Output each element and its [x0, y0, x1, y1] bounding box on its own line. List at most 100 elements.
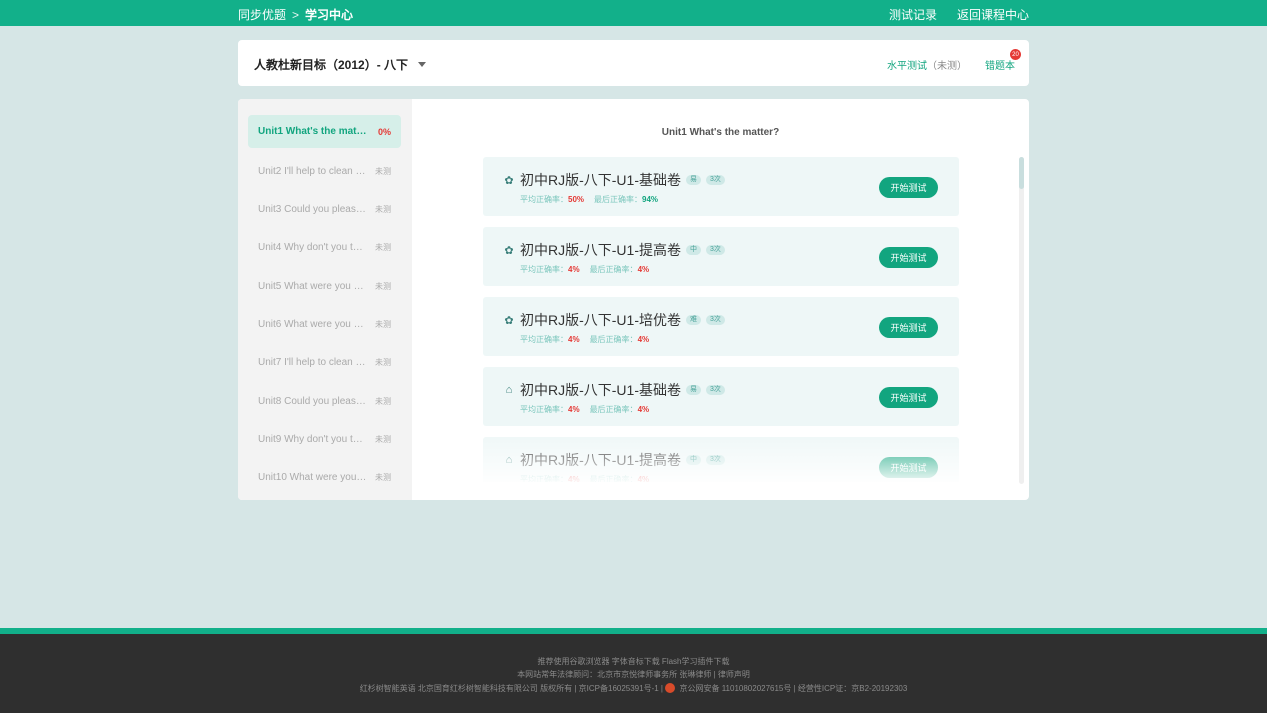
level-test-label: 水平测试 [887, 61, 927, 72]
footer-registration-text: 京公网安备 11010802027615号 | 经营性ICP证：京B2-2019… [679, 684, 908, 693]
unit-title: Unit1 What's the matter? [661, 127, 780, 138]
unit-status: 未测 [375, 397, 391, 406]
test-card: ⌂ 初中RJ版-八下-U1-基础卷 易 3次 平均正确率：4% 最后正确率：4%… [483, 367, 959, 426]
chevron-down-icon [418, 62, 427, 67]
mistake-book-link[interactable]: 错题本 20 [985, 49, 1021, 72]
unit-label: Unit6 What were you doing? [258, 319, 368, 330]
attempts-tag: 3次 [706, 385, 725, 395]
footer: 推荐使用谷歌浏览器 字体音标下载 Flash学习插件下载 本网站常年法律顾问：北… [0, 634, 1267, 713]
avg-value: 4% [568, 405, 580, 414]
unit-label: Unit1 What's the matter? [258, 126, 368, 137]
test-list: ✿ 初中RJ版-八下-U1-基础卷 易 3次 平均正确率：50% 最后正确率：9… [483, 157, 959, 482]
unit-status: 未测 [375, 435, 391, 444]
test-card: ✿ 初中RJ版-八下-U1-提高卷 中 3次 平均正确率：4% 最后正确率：4%… [483, 227, 959, 286]
last-value: 4% [637, 475, 650, 482]
unit-sidebar: Unit1 What's the matter? 0% Unit2 I'll h… [238, 99, 412, 500]
avg-accuracy: 平均正确率：4% [520, 264, 580, 275]
start-test-button[interactable]: 开始测试 [879, 177, 938, 198]
unit-label: Unit7 I'll help to clean up the city par… [258, 357, 368, 368]
test-title: 初中RJ版-八下-U1-提高卷 [520, 452, 681, 468]
last-label: 最后正确率： [594, 195, 643, 204]
breadcrumb: 同步优题 > 学习中心 [238, 6, 353, 23]
police-badge-icon [665, 683, 676, 693]
attempts-tag: 3次 [706, 175, 725, 185]
bank-icon: ⌂ [505, 454, 513, 466]
avg-value: 50% [568, 195, 585, 204]
attempts-tag: 3次 [706, 455, 725, 465]
sidebar-item-unit2[interactable]: Unit2 I'll help to clean up the city par… [248, 155, 401, 188]
avg-value: 4% [568, 335, 580, 344]
start-test-button[interactable]: 开始测试 [879, 457, 938, 478]
unit-label: Unit8 Could you please clean your room? [258, 396, 368, 407]
avg-label: 平均正确率： [520, 405, 568, 414]
main-panel: Unit1 What's the matter? 0% Unit2 I'll h… [238, 99, 1029, 500]
last-label: 最后正确率： [589, 405, 638, 414]
last-value: 4% [637, 335, 650, 344]
level-test-link[interactable]: 水平测试（未测） [887, 57, 967, 72]
test-card: ✿ 初中RJ版-八下-U1-基础卷 易 3次 平均正确率：50% 最后正确率：9… [483, 157, 959, 216]
start-test-button[interactable]: 开始测试 [879, 247, 938, 268]
scrollbar[interactable] [1019, 157, 1024, 484]
footer-copyright-text: 红杉树智能英语 北京国育红杉树智能科技有限公司 版权所有 | 京ICP备1602… [359, 684, 663, 693]
difficulty-tag: 易 [686, 175, 701, 185]
unit-status: 未测 [375, 205, 391, 214]
avg-accuracy: 平均正确率：50% [520, 194, 584, 205]
back-to-courses-link[interactable]: 返回课程中心 [957, 6, 1029, 23]
unit-label: Unit2 I'll help to clean up the city par… [258, 166, 368, 177]
last-accuracy: 最后正确率：4% [590, 474, 650, 482]
unit-status: 未测 [375, 358, 391, 367]
gear-icon: ✿ [504, 244, 514, 257]
sidebar-item-unit3[interactable]: Unit3 Could you please clean your room? … [248, 193, 401, 226]
unit-label: Unit5 What were you doing when the rains… [258, 281, 368, 292]
mistake-count-badge: 20 [1010, 49, 1021, 60]
textbook-selector[interactable]: 人教杜新目标（2012）- 八下 [254, 56, 427, 73]
scrollbar-thumb[interactable] [1019, 157, 1024, 189]
unit-status: 未测 [375, 282, 391, 291]
top-nav-bar: 同步优题 > 学习中心 测试记录 返回课程中心 [0, 0, 1267, 26]
test-title: 初中RJ版-八下-U1-培优卷 [520, 312, 681, 328]
unit-status: 0% [377, 126, 391, 137]
difficulty-tag: 难 [686, 315, 701, 325]
textbook-name: 人教杜新目标（2012）- 八下 [254, 58, 409, 72]
sidebar-item-unit5[interactable]: Unit5 What were you doing when the rains… [248, 270, 401, 303]
textbook-header: 人教杜新目标（2012）- 八下 水平测试（未测） 错题本 20 [238, 40, 1029, 86]
sidebar-item-unit10[interactable]: Unit10 What were you doing? 未测 [248, 461, 401, 494]
test-records-link[interactable]: 测试记录 [889, 6, 937, 23]
unit-status: 未测 [375, 473, 391, 482]
test-card: ⌂ 初中RJ版-八下-U1-提高卷 中 3次 平均正确率：4% 最后正确率：4%… [483, 437, 959, 482]
difficulty-tag: 中 [686, 455, 701, 465]
last-accuracy: 最后正确率：94% [594, 194, 658, 205]
last-value: 4% [637, 265, 650, 274]
start-test-button[interactable]: 开始测试 [879, 317, 938, 338]
avg-value: 4% [568, 265, 580, 274]
footer-links[interactable]: 推荐使用谷歌浏览器 字体音标下载 Flash学习插件下载 [0, 656, 1267, 667]
last-accuracy: 最后正确率：4% [590, 404, 650, 415]
breadcrumb-current: 学习中心 [305, 8, 354, 22]
avg-accuracy: 平均正确率：4% [520, 474, 580, 482]
last-accuracy: 最后正确率：4% [590, 264, 650, 275]
sidebar-item-unit4[interactable]: Unit4 Why don't you talk to your parents… [248, 231, 401, 264]
sidebar-item-unit1[interactable]: Unit1 What's the matter? 0% [248, 115, 401, 148]
breadcrumb-root[interactable]: 同步优题 [238, 6, 286, 23]
last-label: 最后正确率： [589, 335, 638, 344]
avg-accuracy: 平均正确率：4% [520, 404, 580, 415]
breadcrumb-separator: > [292, 7, 300, 22]
avg-value: 4% [568, 475, 580, 482]
unit-label: Unit10 What were you doing? [258, 472, 368, 483]
unit-label: Unit9 Why don't you talk to your parents… [258, 434, 368, 445]
avg-accuracy: 平均正确率：4% [520, 334, 580, 345]
sidebar-item-unit6[interactable]: Unit6 What were you doing? 未测 [248, 308, 401, 341]
unit-status: 未测 [375, 320, 391, 329]
start-test-button[interactable]: 开始测试 [879, 387, 938, 408]
attempts-tag: 3次 [706, 245, 725, 255]
sidebar-item-unit7[interactable]: Unit7 I'll help to clean up the city par… [248, 346, 401, 379]
test-title: 初中RJ版-八下-U1-基础卷 [520, 172, 681, 188]
avg-label: 平均正确率： [520, 335, 568, 344]
sidebar-item-unit9[interactable]: Unit9 Why don't you talk to your parents… [248, 423, 401, 456]
unit-status: 未测 [375, 243, 391, 252]
sidebar-item-unit8[interactable]: Unit8 Could you please clean your room? … [248, 385, 401, 418]
last-value: 94% [642, 195, 659, 204]
footer-copyright: 红杉树智能英语 北京国育红杉树智能科技有限公司 版权所有 | 京ICP备1602… [0, 683, 1267, 694]
avg-label: 平均正确率： [520, 265, 568, 274]
last-label: 最后正确率： [589, 265, 638, 274]
